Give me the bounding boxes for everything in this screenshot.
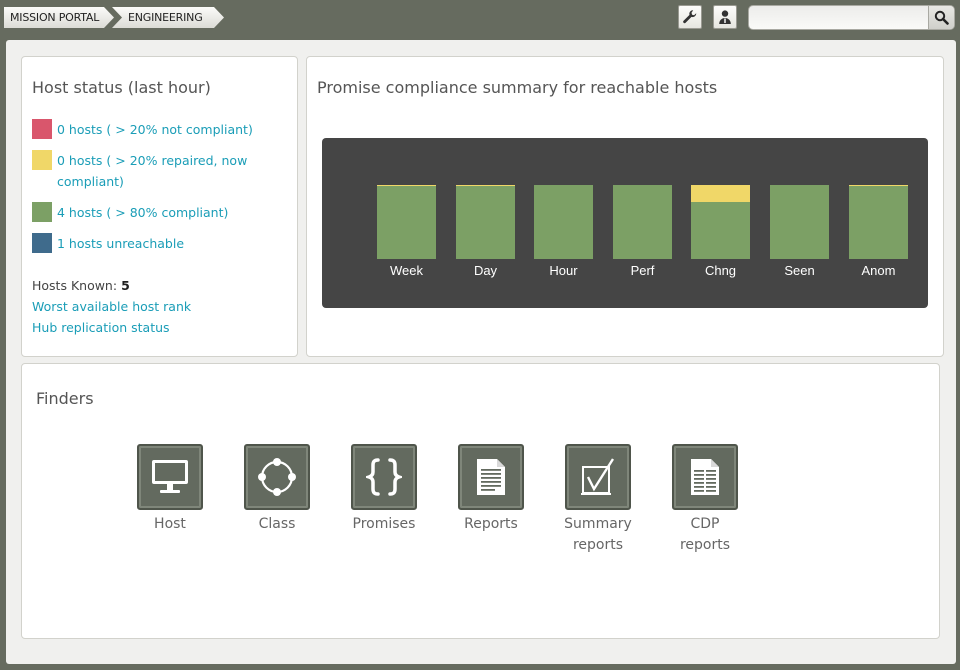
hosts-known-label: Hosts Known: <box>32 278 118 293</box>
bar-day-segment-1 <box>456 185 515 187</box>
bar-label-week: Week <box>390 263 423 278</box>
checkbox-document-icon <box>581 458 615 495</box>
legend-compliant: 4 hosts ( > 80% compliant) <box>32 202 282 223</box>
finder-host[interactable]: Host <box>115 444 225 535</box>
compliance-title: Promise compliance summary for reachable… <box>317 78 718 97</box>
bar-week-segment-0 <box>377 186 436 259</box>
green-swatch <box>32 202 52 222</box>
finder-promises-tile[interactable] <box>351 444 417 510</box>
legend-not-compliant: 0 hosts ( > 20% not compliant) <box>32 119 282 140</box>
bar-week-segment-1 <box>377 185 436 187</box>
finders-title: Finders <box>36 389 94 408</box>
finder-cdp-reports[interactable]: CDP reports <box>650 444 760 556</box>
bar-label-anom: Anom <box>861 263 896 278</box>
legend-unreachable: 1 hosts unreachable <box>32 233 282 254</box>
finder-reports-tile[interactable] <box>458 444 524 510</box>
not-compliant-link[interactable]: 0 hosts ( > 20% not compliant) <box>57 119 253 140</box>
bar-label-chng: Chng <box>704 263 737 278</box>
bar-chng-segment-1 <box>691 185 750 203</box>
host-status-panel: Host status (last hour) 0 hosts ( > 20% … <box>21 56 298 357</box>
bar-label-hour: Hour <box>549 263 578 278</box>
repaired-link[interactable]: 0 hosts ( > 20% repaired, now compliant) <box>57 150 257 192</box>
bar-label-day: Day <box>473 263 498 278</box>
finder-class-label: Class <box>258 516 296 532</box>
legend-repaired: 0 hosts ( > 20% repaired, now compliant) <box>32 150 257 192</box>
bar-anom-segment-0 <box>849 185 908 259</box>
document-icon <box>477 459 505 495</box>
worst-host-rank-link[interactable]: Worst available host rank <box>32 299 191 314</box>
finder-summary-reports[interactable]: Summary reports <box>543 444 653 556</box>
bar-hour-segment-0 <box>534 185 593 259</box>
bar-label-seen: Seen <box>784 263 815 278</box>
user-button[interactable] <box>713 5 737 29</box>
finder-promises-label: Promises <box>352 516 416 532</box>
hosts-known: Hosts Known: 5 <box>32 278 130 293</box>
braces-icon <box>366 458 402 496</box>
blue-swatch <box>32 233 52 253</box>
monitor-icon <box>152 460 188 493</box>
finder-class-tile[interactable] <box>244 444 310 510</box>
search-button[interactable] <box>928 6 954 29</box>
hosts-known-count: 5 <box>121 278 130 293</box>
search-input[interactable] <box>755 9 925 26</box>
table-document-icon <box>691 459 719 495</box>
main-content: Host status (last hour) 0 hosts ( > 20% … <box>6 40 956 664</box>
search-box <box>748 5 955 30</box>
finder-reports[interactable]: Reports <box>436 444 546 535</box>
finder-summary-reports-label: Summary reports <box>564 516 632 553</box>
finder-cdp-reports-tile[interactable] <box>672 444 738 510</box>
compliance-panel: Promise compliance summary for reachable… <box>306 56 944 357</box>
top-bar: MISSION PORTAL ENGINEERING <box>0 0 960 38</box>
compliant-link[interactable]: 4 hosts ( > 80% compliant) <box>57 202 228 223</box>
finders-panel: Finders Host Class Promises Reports Summ… <box>21 363 940 639</box>
finder-host-tile[interactable] <box>137 444 203 510</box>
finder-host-label: Host <box>154 516 186 532</box>
class-circle-icon <box>258 458 296 496</box>
breadcrumb-engineering[interactable]: ENGINEERING <box>112 7 224 28</box>
bar-chng-segment-0 <box>691 202 750 259</box>
host-status-title: Host status (last hour) <box>32 78 211 97</box>
finder-promises[interactable]: Promises <box>329 444 439 535</box>
bar-label-perf: Perf <box>630 263 655 278</box>
bar-day-segment-0 <box>456 185 515 259</box>
red-swatch <box>32 119 52 139</box>
compliance-chart: Week Day Hour Perf Chng Seen Anom <box>322 138 928 308</box>
finder-reports-label: Reports <box>464 516 518 532</box>
wrench-icon <box>683 10 697 24</box>
finder-summary-reports-tile[interactable] <box>565 444 631 510</box>
hub-replication-link[interactable]: Hub replication status <box>32 320 170 335</box>
bar-anom-segment-1 <box>849 185 908 187</box>
user-icon <box>719 10 731 24</box>
breadcrumb-mission-portal[interactable]: MISSION PORTAL <box>4 7 114 28</box>
settings-button[interactable] <box>678 5 702 29</box>
magnifier-icon <box>934 10 949 25</box>
finder-class[interactable]: Class <box>222 444 332 535</box>
bar-perf-segment-0 <box>613 185 672 259</box>
finder-cdp-reports-label: CDP reports <box>679 516 731 553</box>
yellow-swatch <box>32 150 52 170</box>
bar-seen-segment-0 <box>770 185 829 259</box>
unreachable-link[interactable]: 1 hosts unreachable <box>57 233 184 254</box>
